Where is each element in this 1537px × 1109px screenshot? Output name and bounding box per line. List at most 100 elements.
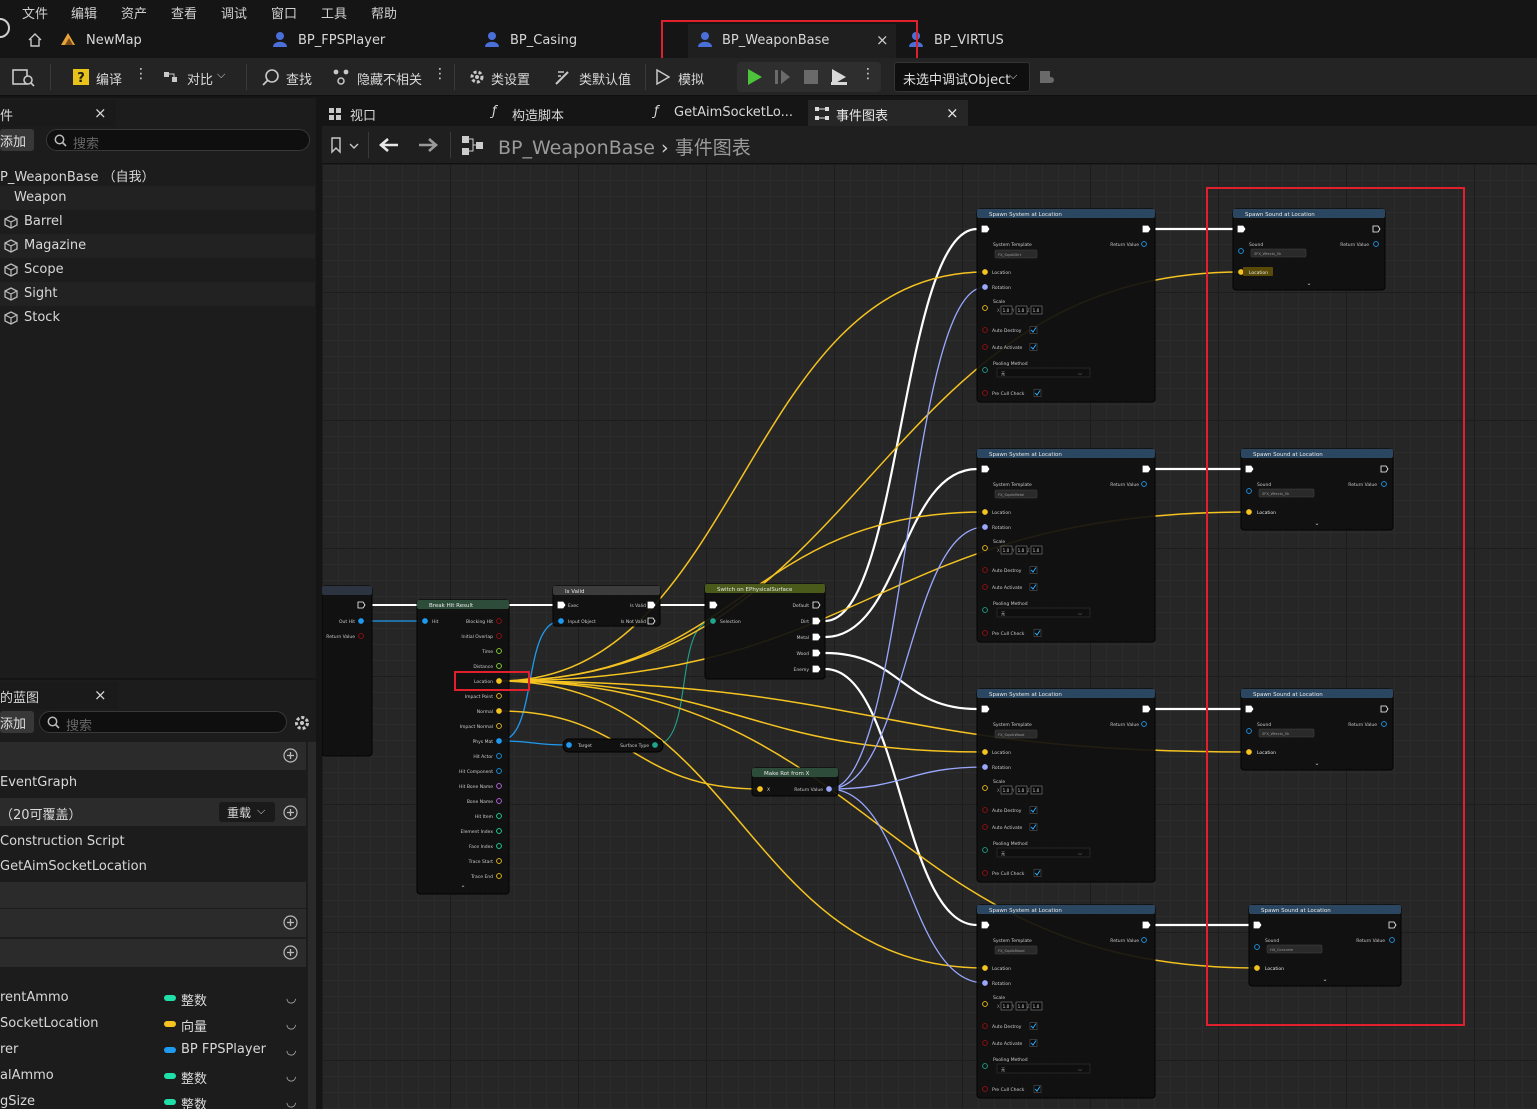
menu-window[interactable]: 窗口	[271, 3, 297, 22]
data-pin[interactable]	[496, 708, 502, 714]
data-pin[interactable]	[422, 618, 428, 624]
exec-pin[interactable]	[812, 617, 821, 625]
exec-pin[interactable]	[557, 601, 566, 609]
play-icon[interactable]	[745, 67, 765, 87]
pooling-dropdown[interactable]	[996, 1063, 1091, 1074]
variable-item[interactable]: alAmmo 整数 ◡	[0, 1063, 310, 1089]
menu-file[interactable]: 文件	[22, 3, 48, 22]
tab-bp-virtus[interactable]: BP_VIRTUS	[908, 24, 1048, 58]
data-pin[interactable]	[982, 524, 988, 530]
close-panel-icon[interactable]: ×	[94, 686, 107, 704]
node-spawn-system[interactable]: Spawn System at Location System Template F…	[976, 904, 1156, 1099]
back-arrow-icon[interactable]	[378, 136, 400, 154]
exec-pin[interactable]	[1142, 705, 1151, 713]
tab-construction-script[interactable]: ƒ 构造脚本	[488, 100, 638, 126]
component-item-scope[interactable]: Scope	[0, 258, 315, 282]
data-pin[interactable]	[558, 618, 564, 624]
eye-closed-icon[interactable]: ◡	[286, 1043, 296, 1057]
close-panel-icon[interactable]: ×	[94, 104, 107, 122]
add-member-button[interactable]: 添加	[0, 711, 34, 733]
node-switch-surface[interactable]: Switch on EPhysicalSurface Selection Defau…	[704, 583, 826, 680]
variable-item[interactable]: rer BP FPSPlayer ◡	[0, 1037, 310, 1063]
tab-event-graph[interactable]: 事件图表 ×	[808, 100, 968, 126]
tab-viewport[interactable]: 视口	[322, 100, 472, 126]
exec-pin[interactable]	[1142, 921, 1151, 929]
node-get-surface-type[interactable]: Target Surface Type	[562, 738, 664, 753]
override-dropdown[interactable]: 重载 ⌵	[219, 802, 275, 822]
debug-object-dropdown[interactable]: 未选中调试Object ⌵	[894, 62, 1030, 92]
class-defaults-button[interactable]: 类默认值	[554, 58, 639, 96]
kebab-menu-icon[interactable]: ⋮	[134, 66, 148, 82]
components-search-input[interactable]: 搜索	[46, 129, 310, 152]
variables-section-header[interactable]	[0, 909, 306, 937]
exec-pin[interactable]	[709, 601, 718, 609]
forward-arrow-icon[interactable]	[417, 136, 439, 154]
menu-debug[interactable]: 调试	[221, 3, 247, 22]
data-pin[interactable]	[496, 738, 502, 744]
components-panel-tab[interactable]: 件 ×	[0, 100, 116, 127]
pooling-dropdown[interactable]	[996, 367, 1091, 378]
component-item-stock[interactable]: Stock	[0, 306, 315, 330]
tab-bp-fpsplayer[interactable]: BP_FPSPlayer	[272, 24, 472, 58]
data-pin[interactable]	[982, 284, 988, 290]
data-pin[interactable]	[710, 618, 716, 624]
step-icon[interactable]	[773, 67, 793, 87]
data-pin[interactable]	[566, 742, 572, 748]
data-pin[interactable]	[982, 509, 988, 515]
debug-filter-icon[interactable]	[1038, 68, 1056, 86]
data-pin[interactable]	[757, 786, 763, 792]
eye-closed-icon[interactable]: ◡	[286, 1095, 296, 1109]
exec-pin[interactable]	[981, 225, 990, 233]
diff-button[interactable]: 对比 ⌵	[162, 58, 242, 96]
function-item-construction[interactable]: Construction Script	[0, 830, 306, 854]
eye-closed-icon[interactable]: ◡	[286, 1069, 296, 1083]
pooling-dropdown[interactable]	[996, 847, 1091, 858]
tab-bp-casing[interactable]: BP_Casing	[484, 24, 674, 58]
add-icon[interactable]	[283, 805, 298, 820]
breadcrumb-graph[interactable]: 事件图表	[675, 137, 751, 159]
function-item-get-aim[interactable]: GetAimSocketLocation	[0, 855, 306, 879]
data-pin[interactable]	[826, 786, 832, 792]
data-pin[interactable]	[358, 618, 364, 624]
bookmark-icon[interactable]	[330, 136, 360, 156]
menu-view[interactable]: 查看	[171, 3, 197, 22]
tab-get-aim-socket[interactable]: ƒ GetAimSocketLo...	[650, 100, 800, 126]
exec-pin[interactable]	[981, 705, 990, 713]
eye-closed-icon[interactable]: ◡	[286, 991, 296, 1005]
node-is-valid[interactable]: Is Valid Exec Input Object Is Valid Is Not V…	[552, 585, 661, 627]
eye-closed-icon[interactable]: ◡	[286, 1017, 296, 1031]
component-item-weapon[interactable]: Weapon	[0, 186, 315, 210]
data-pin[interactable]	[982, 764, 988, 770]
data-pin[interactable]	[982, 749, 988, 755]
node-make-rot-from-x[interactable]: Make Rot from X X Return Value	[751, 767, 839, 797]
node-spawn-system[interactable]: Spawn System at Location System Template F…	[976, 448, 1156, 643]
add-icon[interactable]	[283, 945, 298, 960]
component-root[interactable]: P_WeaponBase （自我）	[0, 162, 315, 186]
data-pin[interactable]	[982, 980, 988, 986]
compile-button[interactable]: ? 编译 ⋮	[72, 58, 152, 96]
component-item-sight[interactable]: Sight	[0, 282, 315, 306]
dispatchers-section-header[interactable]	[0, 939, 306, 967]
exec-pin[interactable]	[1142, 225, 1151, 233]
menu-help[interactable]: 帮助	[371, 3, 397, 22]
exec-pin[interactable]	[981, 921, 990, 929]
node-prev[interactable]: Out Hit Return Value	[322, 585, 373, 757]
eject-icon[interactable]	[829, 67, 849, 87]
close-tab-icon[interactable]: ×	[946, 104, 959, 122]
my-blueprint-search-input[interactable]: 搜索	[39, 711, 287, 734]
play-options-menu-icon[interactable]: ⋮	[861, 66, 875, 82]
exec-pin[interactable]	[812, 665, 821, 673]
tab-newmap[interactable]: NewMap	[60, 24, 255, 58]
settings-gear-icon[interactable]	[293, 714, 311, 732]
add-icon[interactable]	[283, 915, 298, 930]
component-item-barrel[interactable]: Barrel	[0, 210, 315, 234]
exec-pin[interactable]	[1142, 465, 1151, 473]
class-settings-button[interactable]: 类设置	[468, 58, 538, 96]
add-icon[interactable]	[283, 748, 298, 763]
menu-edit[interactable]: 编辑	[71, 3, 97, 22]
find-button[interactable]: 查找	[262, 58, 322, 96]
home-icon[interactable]	[27, 32, 43, 48]
graphs-section-header[interactable]	[0, 742, 306, 770]
node-spawn-system[interactable]: Spawn System at Location System Template F…	[976, 688, 1156, 883]
exec-pin[interactable]	[647, 601, 656, 609]
